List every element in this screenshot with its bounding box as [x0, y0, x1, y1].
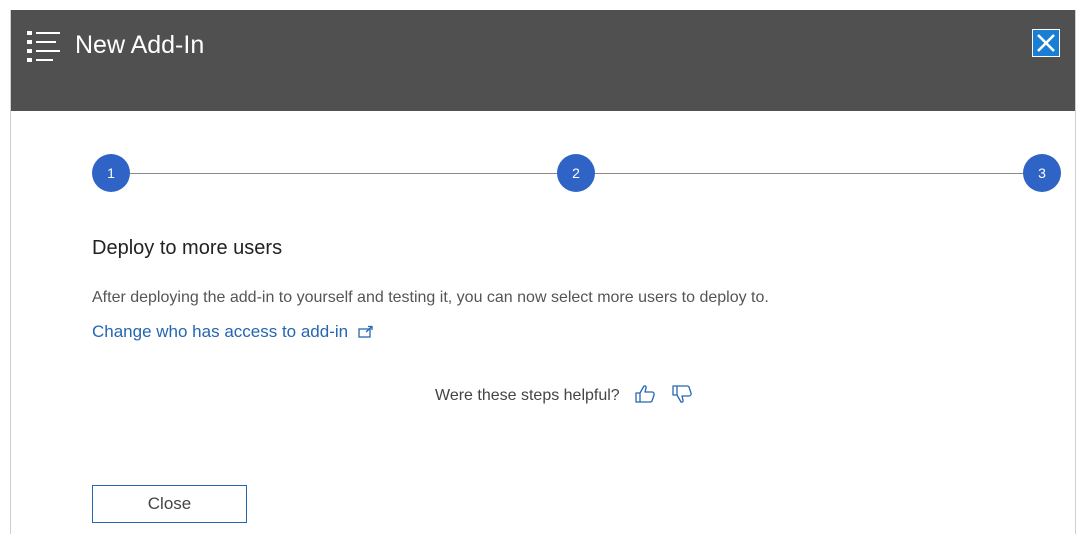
dialog-header: New Add-In	[11, 10, 1075, 111]
add-in-dialog: New Add-In 1 2 3 Deploy to more users Af…	[10, 10, 1076, 534]
change-access-link[interactable]: Change who has access to add-in	[92, 321, 374, 345]
section-heading: Deploy to more users	[92, 237, 283, 259]
close-button[interactable]: Close	[92, 485, 247, 523]
list-icon	[26, 28, 64, 64]
step-3[interactable]: 3	[1023, 154, 1061, 192]
feedback-row: Were these steps helpful?	[435, 383, 693, 409]
external-link-icon	[358, 323, 374, 345]
feedback-question: Were these steps helpful?	[435, 387, 620, 404]
thumbs-up-icon[interactable]	[634, 384, 656, 409]
step-connector	[595, 173, 1023, 174]
step-1[interactable]: 1	[92, 154, 130, 192]
step-connector	[130, 173, 557, 174]
section-description: After deploying the add-in to yourself a…	[92, 289, 769, 306]
dialog-title: New Add-In	[75, 31, 205, 59]
close-dialog-button[interactable]	[1032, 29, 1060, 57]
change-access-link-label: Change who has access to add-in	[92, 322, 349, 341]
step-2[interactable]: 2	[557, 154, 595, 192]
close-icon	[1033, 30, 1059, 56]
thumbs-down-icon[interactable]	[671, 384, 693, 409]
progress-stepper: 1 2 3	[92, 154, 1061, 194]
